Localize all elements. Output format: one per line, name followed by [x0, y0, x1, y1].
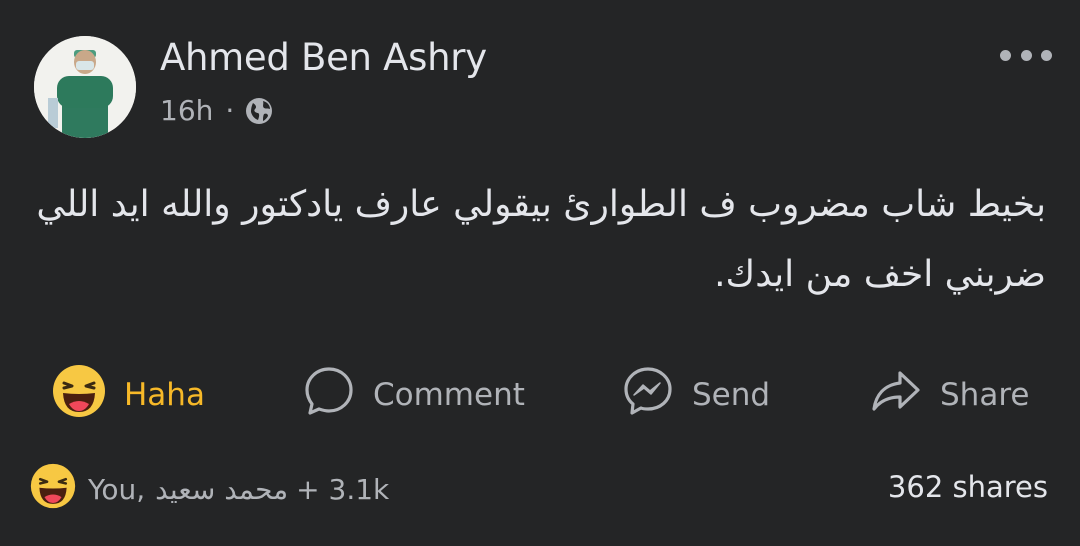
reaction-you: You, — [88, 472, 146, 506]
comment-icon — [303, 365, 355, 425]
shares-count[interactable]: 362 shares — [888, 470, 1048, 504]
reactions-summary[interactable]: You, محمد سعيد + 3.1k — [30, 463, 389, 515]
avatar[interactable] — [34, 36, 136, 138]
post-text: بخيط شاب مضروب ف الطوارئ بيقولي عارف ياد… — [36, 184, 1046, 295]
post-meta: 16h · — [160, 94, 274, 127]
more-options-icon[interactable] — [1000, 40, 1052, 70]
post-actions: Haha Comment Send Share — [0, 362, 1080, 428]
avatar-image — [34, 36, 136, 138]
reaction-count: + 3.1k — [296, 472, 390, 506]
share-label: Share — [940, 377, 1030, 413]
comment-button[interactable]: Comment — [303, 362, 525, 428]
reaction-name: محمد سعيد — [155, 472, 289, 506]
globe-icon[interactable] — [244, 96, 274, 126]
share-icon — [870, 365, 922, 425]
messenger-icon — [622, 365, 674, 425]
haha-reaction-button[interactable]: Haha — [52, 362, 205, 428]
comment-label: Comment — [373, 377, 525, 413]
haha-emoji-icon — [30, 463, 76, 516]
haha-label: Haha — [124, 377, 205, 413]
facebook-post: Ahmed Ben Ashry 16h · بخيط شاب مضروب ف ا… — [0, 0, 1080, 546]
haha-emoji-icon — [52, 364, 106, 426]
author-name[interactable]: Ahmed Ben Ashry — [160, 36, 487, 79]
send-label: Send — [692, 377, 771, 413]
send-button[interactable]: Send — [622, 362, 770, 428]
meta-separator: · — [225, 94, 235, 127]
post-timestamp[interactable]: 16h — [160, 94, 213, 127]
share-button[interactable]: Share — [870, 362, 1029, 428]
